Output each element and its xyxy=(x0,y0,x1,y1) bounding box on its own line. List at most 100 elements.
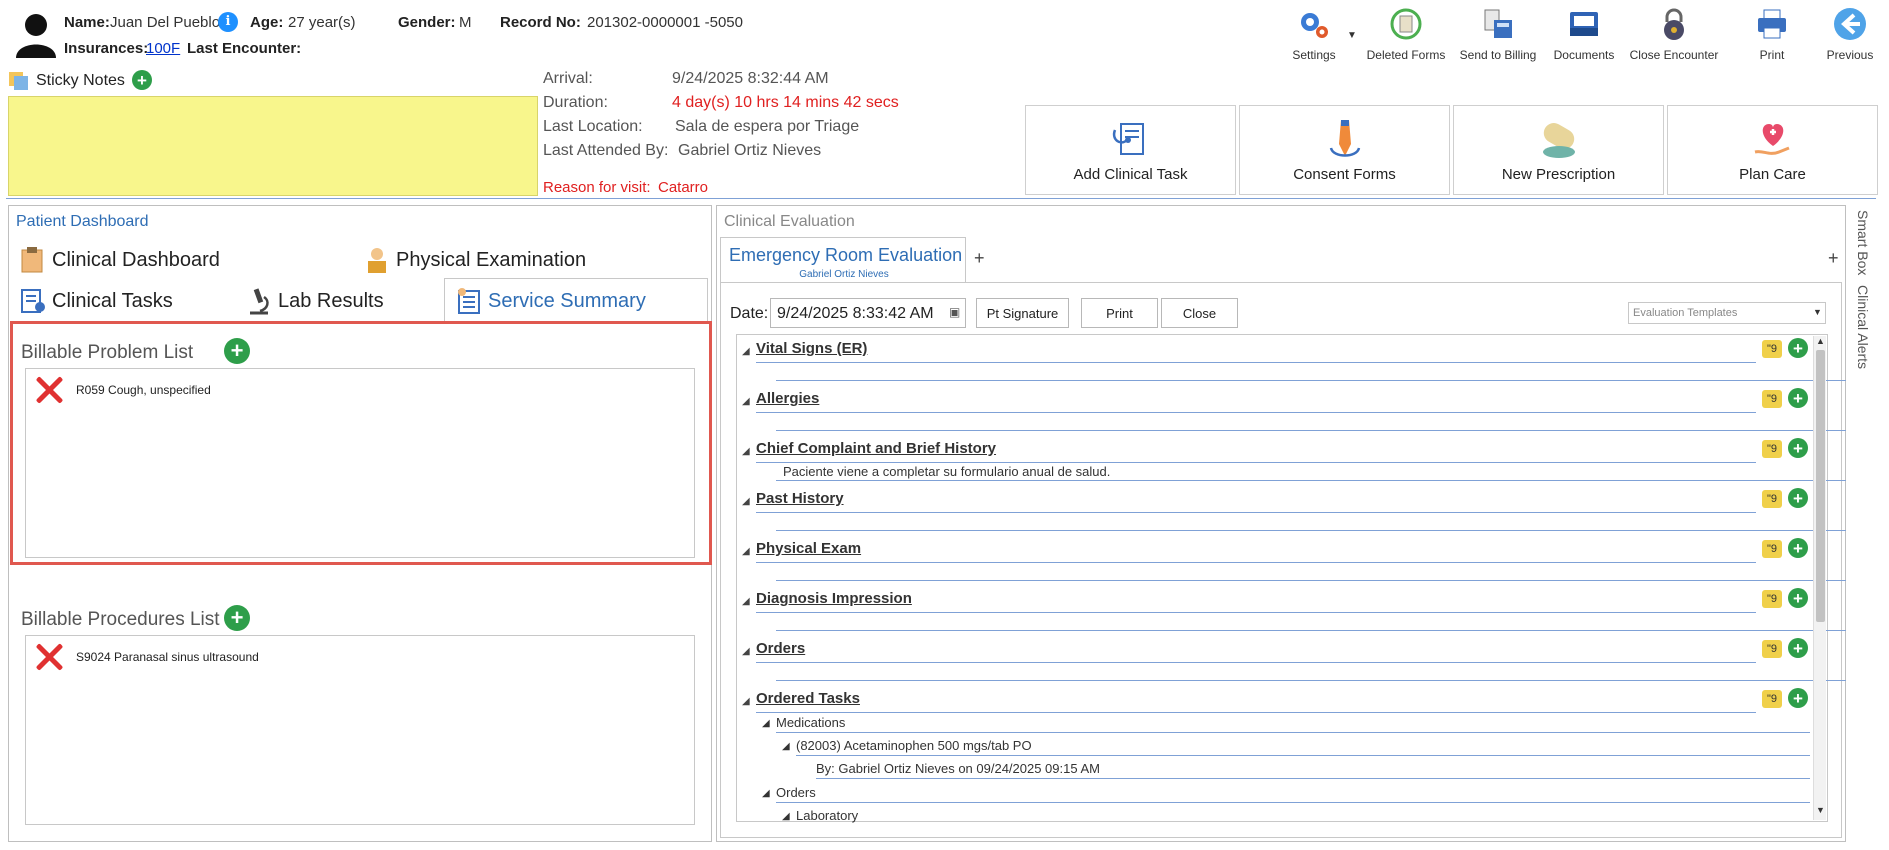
pt-signature-button[interactable]: Pt Signature xyxy=(976,298,1069,328)
tab-clinical-tasks[interactable]: Clinical Tasks xyxy=(20,287,173,315)
send-to-billing-button[interactable]: Send to Billing xyxy=(1452,6,1544,62)
add-section-entry-button[interactable]: + xyxy=(1788,638,1808,658)
sticky-note-area[interactable] xyxy=(8,96,538,196)
insurance-link[interactable]: 100F xyxy=(146,40,180,57)
tab-clinical-tasks-label: Clinical Tasks xyxy=(52,289,173,312)
note-icon[interactable]: "9 xyxy=(1762,690,1782,708)
add-evaluation-tab-button[interactable]: + xyxy=(974,248,985,269)
new-prescription-button[interactable]: New Prescription xyxy=(1453,105,1664,195)
note-icon[interactable]: "9 xyxy=(1762,440,1782,458)
tree-laboratory: Laboratory xyxy=(796,808,859,823)
section-underline xyxy=(756,662,1756,663)
section-past-history: ◢ Past History "9 + xyxy=(742,488,1846,540)
note-icon[interactable]: "9 xyxy=(1762,540,1782,558)
collapse-triangle-icon[interactable]: ◢ xyxy=(742,696,750,707)
scroll-up-icon[interactable]: ▲ xyxy=(1816,336,1825,346)
collapse-triangle-icon[interactable]: ◢ xyxy=(742,396,750,407)
info-icon[interactable]: i xyxy=(218,12,238,32)
deleted-forms-button[interactable]: Deleted Forms xyxy=(1360,6,1452,62)
evaluation-tab[interactable]: Emergency Room Evaluation Gabriel Ortiz … xyxy=(720,237,966,283)
section-content-line xyxy=(776,630,1846,631)
collapse-triangle-icon[interactable]: ◢ xyxy=(742,546,750,557)
collapse-triangle-icon[interactable]: ◢ xyxy=(742,596,750,607)
evaluation-close-button[interactable]: Close xyxy=(1161,298,1238,328)
note-icon[interactable]: "9 xyxy=(1762,640,1782,658)
sticky-notes-icon xyxy=(8,69,30,91)
documents-button[interactable]: Documents xyxy=(1538,6,1630,62)
tree-toggle-icon[interactable]: ◢ xyxy=(762,788,770,799)
printer-icon xyxy=(1758,9,1786,39)
note-icon[interactable]: "9 xyxy=(1762,340,1782,358)
add-section-entry-button[interactable]: + xyxy=(1788,388,1808,408)
section-title[interactable]: Orders xyxy=(756,640,805,657)
side-tab-smart-box[interactable]: Smart Box xyxy=(1851,210,1873,280)
collapse-triangle-icon[interactable]: ◢ xyxy=(742,446,750,457)
collapse-triangle-icon[interactable]: ◢ xyxy=(742,346,750,357)
tree-toggle-icon[interactable]: ◢ xyxy=(782,741,790,752)
duration-label: Duration: xyxy=(543,94,608,111)
section-title[interactable]: Past History xyxy=(756,490,844,507)
remove-problem-icon[interactable] xyxy=(34,375,64,405)
tab-physical-examination[interactable]: Physical Examination xyxy=(364,246,586,274)
side-tab-clinical-alerts[interactable]: Clinical Alerts xyxy=(1851,285,1873,375)
add-sticky-note-button[interactable]: + xyxy=(132,70,152,90)
problem-item-text: R059 Cough, unspecified xyxy=(76,383,211,397)
collapse-triangle-icon[interactable]: ◢ xyxy=(742,646,750,657)
age-label: Age: xyxy=(250,14,284,31)
deleted-forms-label: Deleted Forms xyxy=(1366,48,1446,62)
scroll-down-icon[interactable]: ▼ xyxy=(1816,805,1825,815)
section-title[interactable]: Allergies xyxy=(756,390,819,407)
tab-service-summary[interactable]: Service Summary xyxy=(456,287,646,315)
collapse-triangle-icon[interactable]: ◢ xyxy=(742,496,750,507)
plan-care-button[interactable]: Plan Care xyxy=(1667,105,1878,195)
gears-icon xyxy=(1301,13,1328,38)
scrollbar-thumb[interactable] xyxy=(1816,350,1825,622)
side-tab-smart-box-label: Smart Box xyxy=(1855,210,1871,276)
add-section-entry-button[interactable]: + xyxy=(1788,688,1808,708)
section-content-line xyxy=(776,430,1846,431)
tree-underline xyxy=(816,778,1810,779)
add-problem-button[interactable]: + xyxy=(224,338,250,364)
tree-toggle-icon[interactable]: ◢ xyxy=(782,811,790,822)
section-title[interactable]: Vital Signs (ER) xyxy=(756,340,867,357)
note-icon[interactable]: "9 xyxy=(1762,390,1782,408)
add-section-entry-button[interactable]: + xyxy=(1788,538,1808,558)
section-title[interactable]: Chief Complaint and Brief History xyxy=(756,440,996,457)
add-clinical-task-button[interactable]: Add Clinical Task xyxy=(1025,105,1236,195)
clipboard-icon xyxy=(21,247,43,273)
procedures-list-box: S9024 Paranasal sinus ultrasound xyxy=(25,635,695,825)
calendar-icon[interactable]: ▣ xyxy=(949,305,960,319)
billing-icon xyxy=(1484,9,1512,38)
evaluation-tab-title: Emergency Room Evaluation xyxy=(729,245,963,265)
note-icon[interactable]: "9 xyxy=(1762,490,1782,508)
add-procedure-button[interactable]: + xyxy=(224,605,250,631)
tab-lab-results[interactable]: Lab Results xyxy=(246,287,384,315)
add-section-entry-button[interactable]: + xyxy=(1788,438,1808,458)
add-section-entry-button[interactable]: + xyxy=(1788,488,1808,508)
section-title[interactable]: Diagnosis Impression xyxy=(756,590,912,607)
section-title[interactable]: Physical Exam xyxy=(756,540,861,557)
consent-forms-button[interactable]: Consent Forms xyxy=(1239,105,1450,195)
remove-procedure-icon[interactable] xyxy=(34,642,64,672)
tab-clinical-dashboard[interactable]: Clinical Dashboard xyxy=(20,246,220,274)
section-content-line xyxy=(776,580,1846,581)
tree-toggle-icon[interactable]: ◢ xyxy=(762,718,770,729)
section-content-text: Paciente viene a completar su formulario… xyxy=(783,464,1111,479)
last-location-label: Last Location: xyxy=(543,118,643,135)
evaluation-print-button[interactable]: Print xyxy=(1081,298,1158,328)
close-encounter-button[interactable]: Close Encounter xyxy=(1628,6,1720,62)
section-title[interactable]: Ordered Tasks xyxy=(756,690,860,707)
settings-dropdown-icon[interactable]: ▼ xyxy=(1347,30,1357,41)
previous-label: Previous xyxy=(1826,48,1874,62)
date-field[interactable]: 9/24/2025 8:33:42 AM ▣ xyxy=(770,298,966,328)
evaluation-templates-select[interactable]: Evaluation Templates ▼ xyxy=(1628,302,1826,324)
add-section-entry-button[interactable]: + xyxy=(1788,338,1808,358)
evaluation-scrollbar[interactable]: ▲ ▼ xyxy=(1813,336,1826,820)
note-icon[interactable]: "9 xyxy=(1762,590,1782,608)
previous-button[interactable]: Previous xyxy=(1804,6,1889,62)
heart-hand-icon xyxy=(1754,124,1790,155)
add-section-entry-button[interactable]: + xyxy=(1788,588,1808,608)
lock-icon xyxy=(1664,8,1684,40)
add-evaluation-tab-right-button[interactable]: + xyxy=(1828,248,1839,269)
pt-signature-label: Pt Signature xyxy=(986,305,1059,321)
